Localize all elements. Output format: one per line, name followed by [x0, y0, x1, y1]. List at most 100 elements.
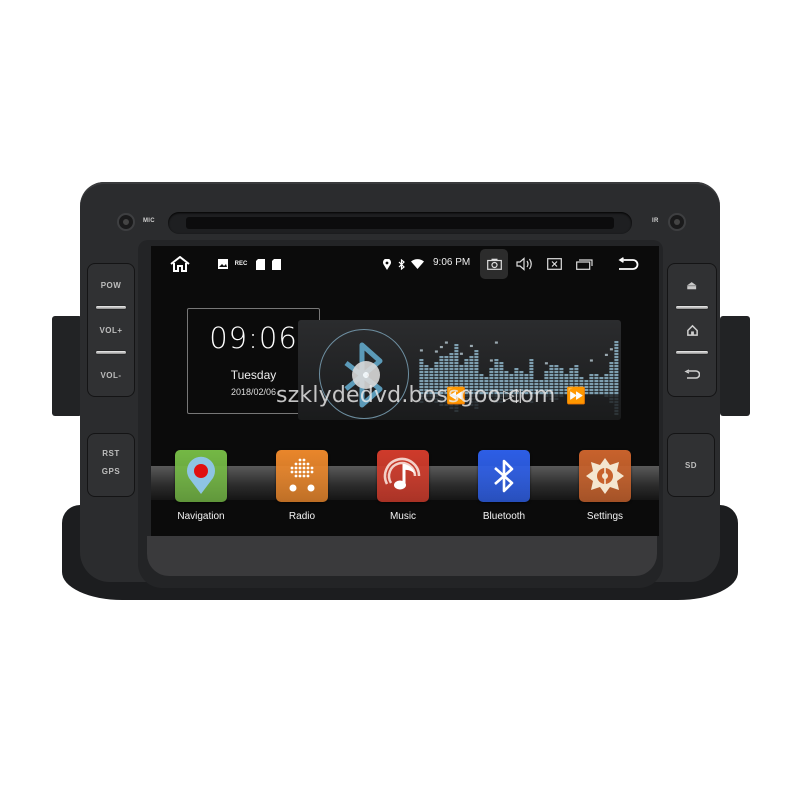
eq-bar-segment	[424, 374, 429, 377]
screenshot-icon	[484, 246, 504, 282]
eq-bar-segment	[429, 382, 434, 385]
back-nav-button[interactable]	[615, 246, 641, 282]
eq-bar-segment	[549, 385, 554, 388]
status-time: 9:06 PM	[433, 257, 471, 268]
play-pause-button[interactable]: ▷||	[503, 386, 522, 404]
eq-bar-segment	[614, 371, 619, 374]
eq-bar-segment	[614, 388, 619, 391]
eq-bar-segment	[614, 374, 619, 377]
music-app-icon	[377, 450, 429, 502]
eq-bar-segment	[609, 368, 614, 371]
eq-bar-segment	[604, 382, 609, 385]
eq-bar-segment	[549, 377, 554, 380]
eq-bar-segment	[574, 382, 579, 385]
back-button[interactable]	[668, 354, 716, 396]
eq-bar-segment	[424, 397, 429, 400]
home-button[interactable]	[668, 309, 716, 351]
eq-bar-segment	[614, 382, 619, 385]
eq-bar-segment	[419, 382, 424, 385]
sd-card-icon	[271, 246, 281, 282]
eq-bar-segment	[444, 371, 449, 374]
eq-bar-segment	[554, 391, 559, 394]
wifi-icon	[410, 246, 424, 282]
music-widget[interactable]: ⏪ ▷|| ⏩	[298, 320, 621, 420]
close-app-button[interactable]	[544, 246, 564, 282]
eq-bar-segment	[434, 397, 439, 400]
eq-bar-segment	[419, 394, 424, 397]
eq-bar-segment	[519, 377, 524, 380]
eq-bar-segment	[539, 388, 544, 391]
radio-label: Radio	[288, 511, 316, 522]
reset-gps-button[interactable]: RST GPS	[87, 433, 135, 497]
eq-bar-segment	[499, 362, 504, 365]
eq-bar-segment	[614, 350, 619, 353]
volume-up-button[interactable]: VOL+	[88, 309, 134, 351]
eq-bar-segment	[509, 377, 514, 380]
eq-bar-segment	[594, 385, 599, 388]
eq-bar-segment	[444, 368, 449, 371]
eq-bar-segment	[534, 382, 539, 385]
eq-bar-segment	[604, 391, 609, 394]
eq-bar-segment	[419, 397, 424, 400]
app-music[interactable]: Music	[363, 450, 443, 522]
radio-grid-dot	[290, 470, 294, 474]
eq-bar-segment	[449, 362, 454, 365]
eq-bar-segment	[499, 368, 504, 371]
app-settings[interactable]: Settings	[565, 450, 645, 522]
sd-label: SD	[684, 460, 698, 470]
eq-bar-segment	[464, 365, 469, 368]
eq-bar-segment	[469, 377, 474, 380]
eq-bar-segment	[549, 394, 554, 397]
app-radio[interactable]: Radio	[262, 450, 342, 522]
eject-button[interactable]: ⏏	[668, 264, 716, 306]
radio-grid-dot	[290, 466, 294, 470]
eq-bar-segment	[569, 371, 574, 374]
eq-bar-segment	[429, 371, 434, 374]
eq-bar-segment	[494, 382, 499, 385]
recent-apps-button[interactable]	[573, 246, 595, 282]
sd-button[interactable]: SD	[667, 433, 715, 497]
eq-bar-segment	[614, 365, 619, 368]
volume-button[interactable]	[514, 246, 536, 282]
eq-bar-segment	[469, 394, 474, 397]
eq-bar-segment	[424, 371, 429, 374]
eq-bar-segment	[464, 368, 469, 371]
eq-bar-segment	[609, 400, 614, 403]
eq-bar-segment	[474, 350, 479, 353]
eq-bar-segment	[439, 377, 444, 380]
eq-bar-segment	[489, 371, 494, 374]
eq-bar-segment	[524, 374, 529, 377]
eq-bar-segment	[474, 371, 479, 374]
app-navigation[interactable]: Navigation	[161, 450, 241, 522]
eq-bar-segment	[594, 377, 599, 380]
eq-bar-segment	[519, 371, 524, 374]
eq-bar-segment	[474, 406, 479, 409]
cd-icon	[352, 361, 380, 389]
power-button[interactable]: POW	[88, 264, 134, 306]
eq-bar-segment	[474, 362, 479, 365]
eq-bar-segment	[419, 359, 424, 362]
eq-bar-segment	[574, 371, 579, 374]
app-bluetooth[interactable]: Bluetooth	[464, 450, 544, 522]
volume-down-button[interactable]: VOL-	[88, 354, 134, 396]
next-track-button[interactable]: ⏩	[566, 386, 586, 406]
eq-peak-marker	[459, 352, 463, 355]
radio-grid-dot	[302, 458, 306, 462]
eq-bar-segment	[469, 382, 474, 385]
eq-bar-segment	[434, 388, 439, 391]
eq-bar-segment	[494, 362, 499, 365]
radio-grid-dot	[298, 462, 302, 466]
eq-bar-segment	[454, 365, 459, 368]
eq-bar-segment	[419, 371, 424, 374]
eq-bar-segment	[604, 377, 609, 380]
eq-bar-segment	[589, 385, 594, 388]
eq-bar-segment	[614, 406, 619, 409]
eq-bar-segment	[449, 374, 454, 377]
previous-track-button[interactable]: ⏪	[446, 386, 466, 406]
home-nav-button[interactable]	[169, 246, 191, 282]
play-pause-icon: ▷||	[503, 387, 523, 404]
eq-bar-segment	[554, 368, 559, 371]
music-label: Music	[389, 511, 417, 522]
eq-bar-segment	[494, 365, 499, 368]
touch-screen: REC 9:06 PM 09:06 Tuesday 2018/02/06 ⏪ ▷…	[151, 246, 659, 536]
